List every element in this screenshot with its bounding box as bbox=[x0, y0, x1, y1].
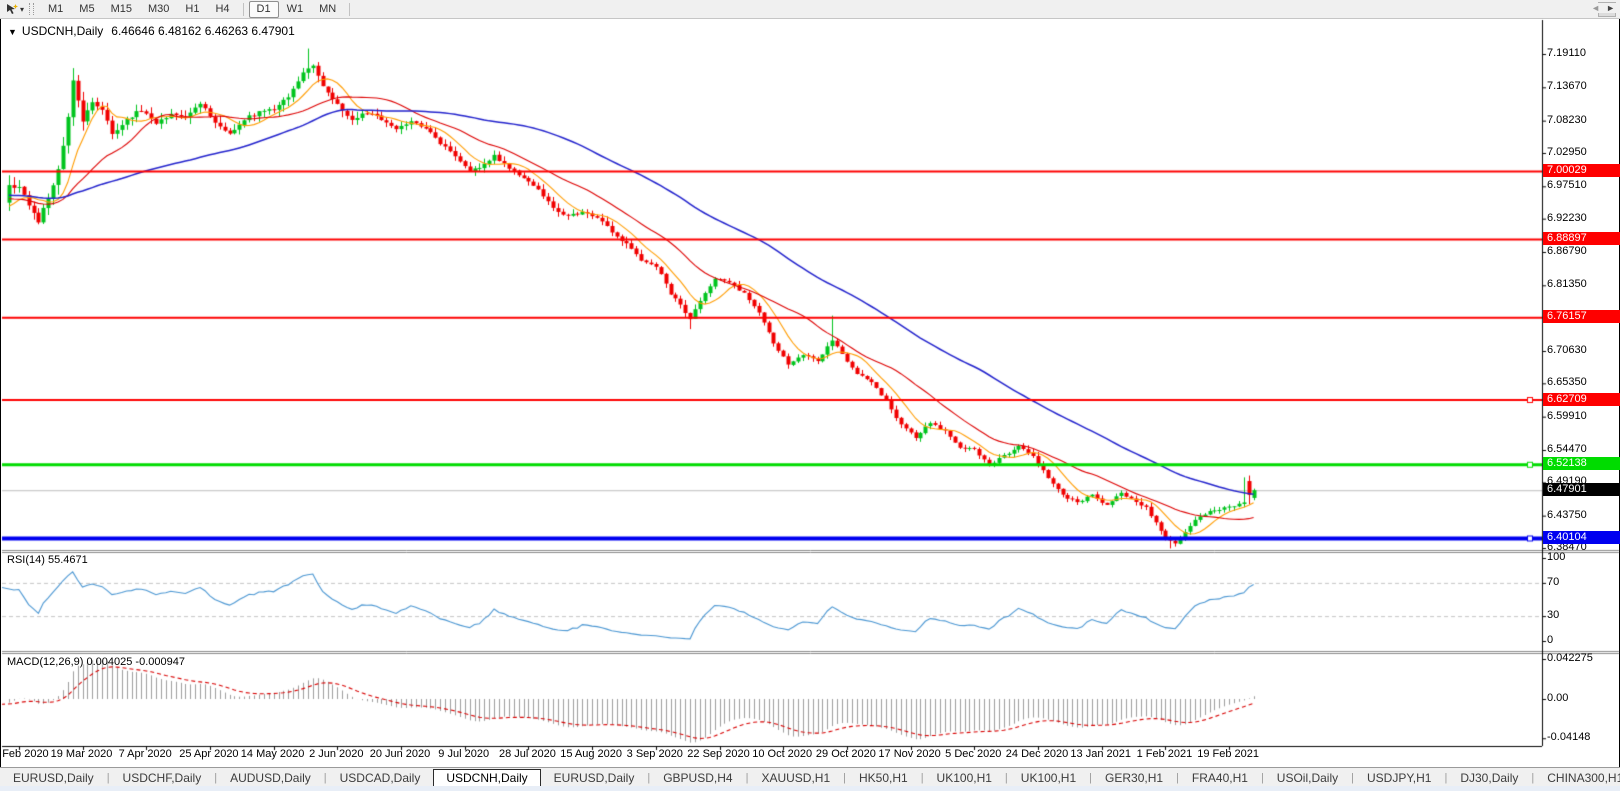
chart-tab-bar: EURUSD,Daily|USDCHF,Daily|AUDUSD,Daily|U… bbox=[0, 767, 1620, 787]
toolbar-grip bbox=[29, 3, 34, 15]
rsi-axis-label: 30 bbox=[1547, 609, 1559, 621]
macd-axis-label: 0.042275 bbox=[1547, 652, 1593, 664]
timeframe-buttons: M1M5M15M30H1H4 D1W1MN bbox=[40, 1, 355, 18]
chart-tab-8[interactable]: HK50,H1 bbox=[846, 770, 921, 786]
date-axis-label: 29 Oct 2020 bbox=[816, 748, 876, 760]
toolbar-separator bbox=[349, 3, 350, 16]
date-axis-label: 20 Jun 2020 bbox=[370, 748, 431, 760]
chart-ohlc-values: 6.46646 6.48162 6.46263 6.47901 bbox=[111, 24, 295, 38]
macd-axis-label: 0.00 bbox=[1547, 692, 1568, 704]
timeframe-button-h1[interactable]: H1 bbox=[177, 1, 207, 18]
chart-tab-0[interactable]: EURUSD,Daily bbox=[0, 770, 107, 786]
timeframe-button-w1[interactable]: W1 bbox=[279, 1, 312, 18]
hline-price-tag: 7.00029 bbox=[1543, 164, 1620, 177]
chart-title-caret[interactable]: ▼ bbox=[8, 27, 17, 37]
chart-tab-14[interactable]: USDJPY,H1 bbox=[1354, 770, 1444, 786]
timeframe-toolbar: ▾ M1M5M15M30H1H4D1W1MN ▾ bbox=[0, 0, 1620, 19]
date-axis-label: 25 Apr 2020 bbox=[179, 748, 238, 760]
price-axis-label: 7.19110 bbox=[1547, 47, 1586, 59]
rsi-axis-label: 0 bbox=[1547, 634, 1553, 646]
chart-tab-6[interactable]: GBPUSD,H4 bbox=[650, 770, 745, 786]
chart-tab-5[interactable]: EURUSD,Daily bbox=[541, 770, 648, 786]
hline-price-tag: 6.52138 bbox=[1543, 457, 1620, 470]
price-axis-label: 6.70630 bbox=[1547, 344, 1587, 356]
chart-tab-1[interactable]: USDCHF,Daily bbox=[110, 770, 215, 786]
date-axis-label: 19 Mar 2020 bbox=[51, 748, 113, 760]
rsi-axis-label: 70 bbox=[1547, 576, 1559, 588]
chart-canvas[interactable] bbox=[1, 19, 1620, 767]
chart-tab-15[interactable]: DJ30,Daily bbox=[1447, 770, 1531, 786]
hline-price-tag: 6.62709 bbox=[1543, 393, 1620, 406]
price-axis-label: 6.43750 bbox=[1547, 509, 1587, 521]
current-price-tag: 6.47901 bbox=[1543, 483, 1620, 496]
date-axis-label: 3 Sep 2020 bbox=[627, 748, 683, 760]
chart-tab-4-active[interactable]: USDCNH,Daily bbox=[433, 769, 540, 787]
mt4-application: ▾ M1M5M15M30H1H4D1W1MN ▾ ▼USDCNH,Daily6.… bbox=[0, 0, 1620, 791]
date-axis-label: 2 Jun 2020 bbox=[309, 748, 363, 760]
tab-scroll-left-icon[interactable]: ◄ bbox=[1591, 3, 1600, 13]
chart-tab-11[interactable]: GER30,H1 bbox=[1092, 770, 1176, 786]
price-axis-label: 6.86790 bbox=[1547, 245, 1587, 257]
date-axis-label: 5 Dec 2020 bbox=[945, 748, 1001, 760]
date-axis-label: 28 Jul 2020 bbox=[499, 748, 556, 760]
chart-tab-12[interactable]: FRA40,H1 bbox=[1179, 770, 1261, 786]
tool-dropdown-caret[interactable]: ▾ bbox=[20, 5, 24, 14]
price-axis-label: 7.08230 bbox=[1547, 114, 1587, 126]
date-axis-label: 13 Jan 2021 bbox=[1070, 748, 1131, 760]
chart-tab-10[interactable]: UK100,H1 bbox=[1008, 770, 1089, 786]
price-axis-label: 6.81350 bbox=[1547, 278, 1587, 290]
rsi-indicator-label: RSI(14) 55.4671 bbox=[7, 554, 88, 566]
price-axis-label: 6.59910 bbox=[1547, 410, 1587, 422]
timeframe-button-m30[interactable]: M30 bbox=[140, 1, 177, 18]
price-axis-label: 7.02950 bbox=[1547, 146, 1587, 158]
timeframe-button-d1[interactable]: D1 bbox=[249, 1, 279, 18]
price-axis-label: 6.92230 bbox=[1547, 212, 1587, 224]
price-axis-label: 6.54470 bbox=[1547, 443, 1587, 455]
date-axis-label: 14 May 2020 bbox=[241, 748, 305, 760]
macd-indicator-label: MACD(12,26,9) 0.004025 -0.000947 bbox=[7, 656, 185, 668]
date-axis-label: 1 Feb 2021 bbox=[1137, 748, 1193, 760]
tab-scroll-buttons: ◄► bbox=[1589, 3, 1617, 13]
price-axis-label: 7.13670 bbox=[1547, 80, 1587, 92]
date-axis-label: 15 Aug 2020 bbox=[560, 748, 622, 760]
timeframe-button-m15[interactable]: M15 bbox=[103, 1, 140, 18]
date-axis-label: 22 Sep 2020 bbox=[687, 748, 749, 760]
chart-tab-7[interactable]: XAUUSD,H1 bbox=[748, 770, 843, 786]
macd-axis-label: -0.04148 bbox=[1547, 731, 1590, 743]
chart-tab-16[interactable]: CHINA300,H1 bbox=[1534, 770, 1620, 786]
timeframe-button-h4[interactable]: H4 bbox=[207, 1, 237, 18]
hline-price-tag: 6.40104 bbox=[1543, 531, 1620, 544]
hline-price-tag: 6.76157 bbox=[1543, 310, 1620, 323]
chart-tab-3[interactable]: USDCAD,Daily bbox=[327, 770, 434, 786]
chart-title: ▼ USDCNH,Daily 6.46646 6.48162 6.46263 6.4… bbox=[8, 24, 295, 38]
price-axis-label: 6.97510 bbox=[1547, 179, 1587, 191]
date-axis-label: 19 Feb 2021 bbox=[1197, 748, 1259, 760]
timeframe-button-mn[interactable]: MN bbox=[311, 1, 344, 18]
tab-scroll-right-icon[interactable]: ► bbox=[1606, 3, 1615, 13]
chart-tab-13[interactable]: USOil,Daily bbox=[1264, 770, 1351, 786]
toolbar-separator bbox=[243, 3, 244, 16]
hline-price-tag: 6.88897 bbox=[1543, 232, 1620, 245]
crosshair-tool-icon[interactable] bbox=[3, 2, 19, 16]
date-axis-label: 9 Jul 2020 bbox=[438, 748, 489, 760]
price-axis-label: 6.65350 bbox=[1547, 376, 1587, 388]
status-strip bbox=[0, 786, 1620, 791]
chart-tab-2[interactable]: AUDUSD,Daily bbox=[217, 770, 324, 786]
timeframe-button-m1[interactable]: M1 bbox=[40, 1, 71, 18]
timeframe-button-m5[interactable]: M5 bbox=[71, 1, 102, 18]
chart-tab-9[interactable]: UK100,H1 bbox=[924, 770, 1005, 786]
chart-symbol: USDCNH,Daily bbox=[22, 24, 103, 38]
chart-window bbox=[0, 18, 1620, 768]
date-axis-label: 10 Oct 2020 bbox=[752, 748, 812, 760]
date-axis-label: 24 Dec 2020 bbox=[1006, 748, 1068, 760]
date-axis-label: 17 Nov 2020 bbox=[878, 748, 940, 760]
date-axis-label: 7 Apr 2020 bbox=[119, 748, 172, 760]
rsi-axis-label: 100 bbox=[1547, 551, 1565, 563]
date-axis-label: 29 Feb 2020 bbox=[0, 748, 49, 760]
